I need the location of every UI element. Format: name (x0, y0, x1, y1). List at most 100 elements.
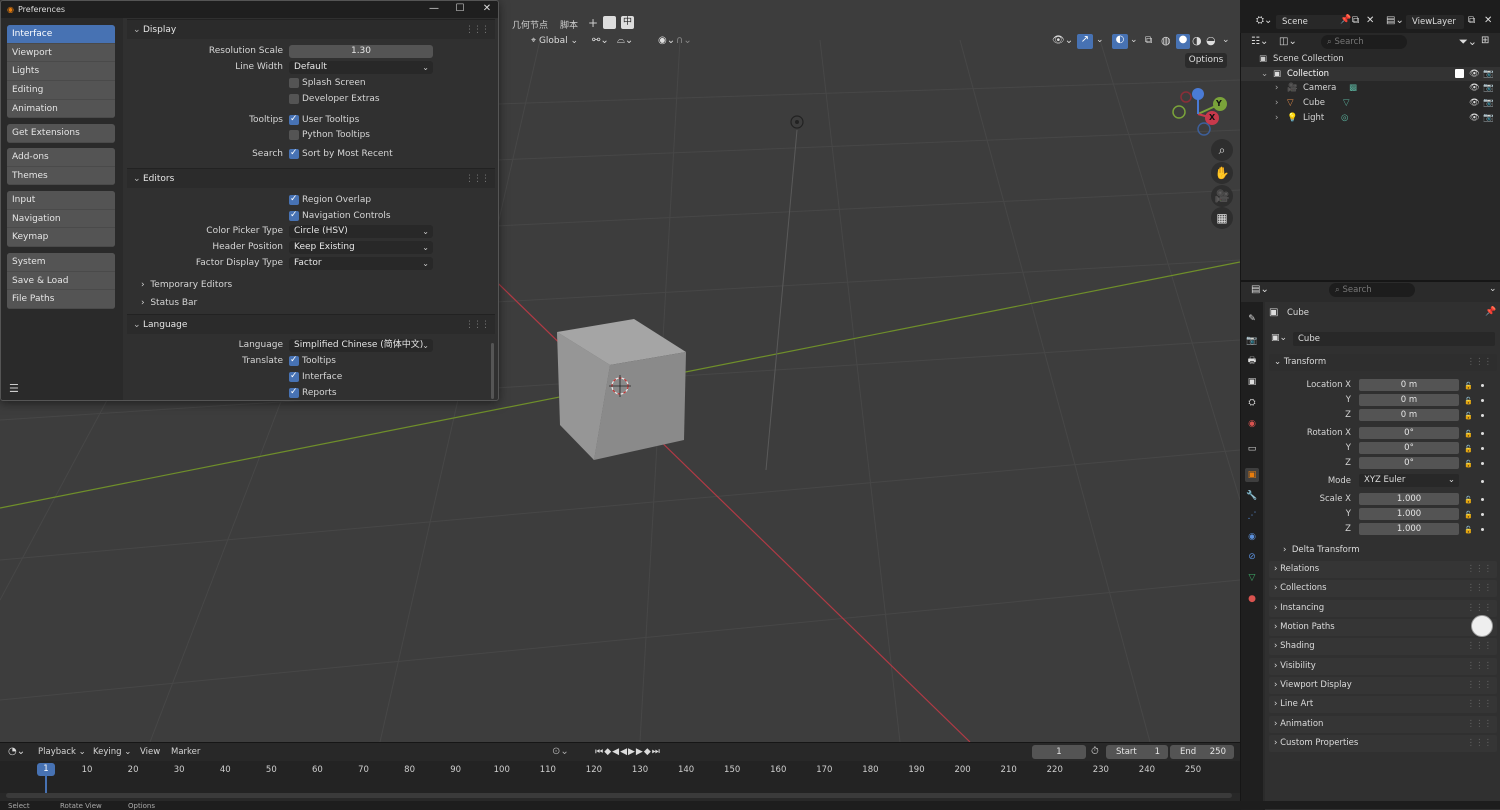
object-tab-icon[interactable]: ▣ (1245, 468, 1259, 482)
sort-most-recent-checkbox[interactable]: Sort by Most Recent (289, 147, 393, 160)
new-view-layer-icon[interactable]: ⧉ (1468, 15, 1475, 26)
python-tooltips-checkbox[interactable]: Python Tooltips (289, 129, 370, 141)
sidebar-item-add-ons[interactable]: Add-ons (7, 148, 115, 167)
render-tab-icon[interactable]: 📷 (1245, 334, 1259, 348)
workspace-tab-scripting[interactable]: 脚本 (560, 18, 578, 31)
rotation-y-field[interactable]: 0° (1359, 442, 1459, 454)
sidebar-item-viewport[interactable]: Viewport (7, 43, 115, 63)
lock-icon[interactable]: 🔓 (1464, 460, 1473, 468)
drag-grip-icon[interactable]: ⋮⋮⋮ (1467, 638, 1493, 655)
next-keyframe-icon[interactable]: ▶◆ (636, 747, 652, 757)
scale-y-field[interactable]: 1.000 (1359, 508, 1459, 520)
chevron-down-icon[interactable]: ⌄ (1489, 284, 1497, 294)
tool-tab-icon[interactable]: ✎ (1245, 312, 1259, 326)
material-tab-icon[interactable]: ● (1245, 592, 1259, 606)
play-icon[interactable]: ▶ (628, 747, 636, 757)
lock-icon[interactable]: 🔓 (1464, 412, 1473, 420)
sidebar-item-interface[interactable]: Interface (7, 25, 115, 44)
location-y-field[interactable]: 0 m (1359, 394, 1459, 406)
marker-menu[interactable]: Marker (171, 747, 200, 757)
sidebar-item-input[interactable]: Input (7, 191, 115, 210)
sidebar-item-navigation[interactable]: Navigation (7, 209, 115, 229)
resolution-scale-field[interactable]: 1.30 (289, 45, 433, 58)
language-dropdown[interactable]: Simplified Chinese (简体中文) ⌄ (289, 339, 433, 352)
collection-tab-icon[interactable]: ▭ (1245, 442, 1259, 456)
drag-grip-icon[interactable]: ⋮⋮⋮ (465, 169, 490, 189)
drag-grip-icon[interactable]: ⋮⋮⋮ (1467, 716, 1493, 733)
camera-view-icon[interactable]: 🎥 (1211, 185, 1233, 207)
minimize-icon[interactable]: — (427, 3, 441, 16)
end-frame-field[interactable]: End 250 (1170, 745, 1234, 759)
rotation-mode-dropdown[interactable]: XYZ Euler ⌄ (1359, 474, 1459, 487)
sidebar-item-themes[interactable]: Themes (7, 166, 115, 186)
eye-icon[interactable]: 👁 (1469, 111, 1480, 125)
tree-row-collection[interactable]: ⌄ ▣ Collection 👁 📷 (1241, 67, 1500, 81)
panel-display-header[interactable]: ⌄ Display ⋮⋮⋮ (127, 19, 495, 39)
outliner-search-input[interactable]: ⌕ Search (1321, 35, 1407, 49)
remove-view-layer-icon[interactable]: ✕ (1484, 15, 1492, 26)
jump-start-icon[interactable]: ⏮ (595, 747, 604, 757)
sidebar-item-system[interactable]: System (7, 253, 115, 272)
output-tab-icon[interactable]: 🖶 (1245, 354, 1259, 368)
navigation-controls-checkbox[interactable]: Navigation Controls (289, 209, 391, 222)
new-scene-icon[interactable]: ⧉ (1352, 15, 1359, 26)
rotation-x-field[interactable]: 0° (1359, 427, 1459, 439)
playback-menu[interactable]: Playback ⌄ (38, 747, 86, 757)
eye-icon[interactable]: 👁 (1469, 81, 1480, 95)
header-position-dropdown[interactable]: Keep Existing ⌄ (289, 241, 433, 254)
lock-icon[interactable]: 🔓 (1464, 511, 1473, 519)
world-tab-icon[interactable]: ◉ (1245, 417, 1259, 431)
tree-row-light[interactable]: › 💡 Light ◎ 👁 📷 (1241, 111, 1500, 125)
translate-reports-checkbox[interactable]: Reports (289, 386, 337, 399)
falloff-icon[interactable]: ∩⌄ (676, 35, 692, 46)
overlays-toggle-icon[interactable]: ◐ (1112, 34, 1128, 49)
drag-grip-icon[interactable]: ⋮⋮⋮ (1467, 735, 1493, 752)
lock-icon[interactable]: 🔓 (1464, 397, 1473, 405)
keyframe-dot-icon[interactable] (1481, 480, 1484, 483)
tree-row-cube[interactable]: › ▽ Cube ▽ 👁 📷 (1241, 96, 1500, 110)
keyframe-dot-icon[interactable] (1481, 513, 1484, 516)
maximize-icon[interactable]: ☐ (453, 3, 467, 16)
drag-grip-icon[interactable]: ⋮⋮⋮ (1467, 561, 1493, 578)
object-datablock-icon[interactable]: ▣⌄ (1271, 333, 1287, 343)
data-tab-icon[interactable]: ▽ (1245, 571, 1259, 585)
keyframe-dot-icon[interactable] (1481, 399, 1484, 402)
scrollbar[interactable] (491, 343, 494, 399)
pivot-point-icon[interactable]: ⚯⌄ (592, 35, 609, 46)
drag-grip-icon[interactable]: ⋮⋮⋮ (1467, 677, 1493, 694)
keyframe-dot-icon[interactable] (1481, 447, 1484, 450)
sidebar-item-keymap[interactable]: Keymap (7, 228, 115, 248)
keyframe-dot-icon[interactable] (1481, 528, 1484, 531)
solid-shading-icon[interactable]: ● (1176, 34, 1190, 49)
overlays-dropdown-icon[interactable]: ⌄ (1130, 35, 1138, 45)
line-width-dropdown[interactable]: Default ⌄ (289, 61, 433, 74)
color-picker-dropdown[interactable]: Circle (HSV) ⌄ (289, 225, 433, 238)
properties-editor-type-icon[interactable]: ▤⌄ (1251, 284, 1269, 295)
snapping-icon[interactable]: ⌓⌄ (617, 35, 633, 46)
add-workspace-button[interactable]: + (588, 16, 598, 30)
drag-grip-icon[interactable]: ⋮⋮⋮ (1467, 696, 1493, 713)
panel-editors-header[interactable]: ⌄ Editors ⋮⋮⋮ (127, 168, 495, 188)
keyframe-dot-icon[interactable] (1481, 384, 1484, 387)
factor-display-dropdown[interactable]: Factor ⌄ (289, 257, 433, 270)
temporary-editors-subpanel[interactable]: › Temporary Editors (141, 280, 232, 290)
panel-motion-paths[interactable]: › Motion Paths (1269, 615, 1497, 637)
view-layer-icon[interactable]: ▤⌄ (1386, 15, 1404, 26)
scene-name-field[interactable]: Scene (1276, 15, 1350, 29)
splash-screen-checkbox[interactable]: Splash Screen (289, 77, 366, 89)
preferences-window[interactable]: ◉ Preferences — ☐ ✕ Interface Viewport L… (0, 0, 499, 401)
avatar[interactable] (1471, 615, 1493, 637)
sidebar-item-file-paths[interactable]: File Paths (7, 290, 115, 310)
physics-tab-icon[interactable]: ◉ (1245, 530, 1259, 544)
proportional-editing-icon[interactable]: ◉⌄ (658, 35, 675, 46)
properties-search-input[interactable]: ⌕ Search (1329, 283, 1415, 297)
translate-interface-checkbox[interactable]: Interface (289, 370, 342, 383)
play-reverse-icon[interactable]: ◀ (620, 747, 628, 757)
panel-collections[interactable]: › Collections ⋮⋮⋮ (1269, 580, 1497, 597)
jump-end-icon[interactable]: ⏭ (652, 747, 661, 757)
panel-line-art[interactable]: › Line Art ⋮⋮⋮ (1269, 696, 1497, 713)
region-overlap-checkbox[interactable]: Region Overlap (289, 193, 371, 206)
panel-custom-properties[interactable]: › Custom Properties ⋮⋮⋮ (1269, 735, 1497, 752)
particles-tab-icon[interactable]: ⋰ (1245, 509, 1259, 523)
gizmo-toggle-icon[interactable]: ↗ (1077, 34, 1093, 49)
